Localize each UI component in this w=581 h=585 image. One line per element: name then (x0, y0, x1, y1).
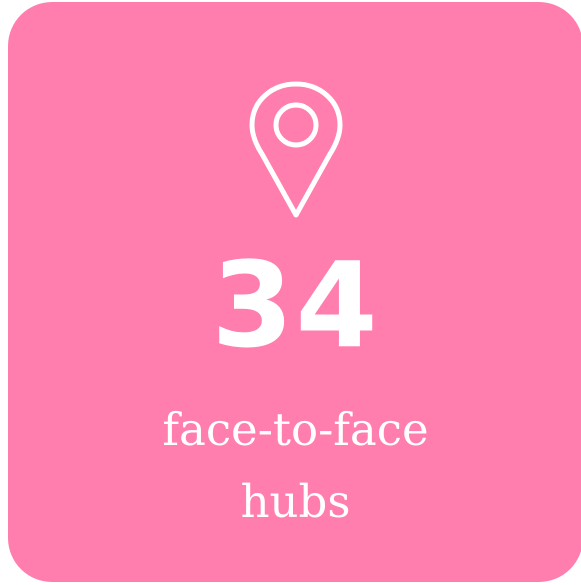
stat-label-line-1: face-to-face (162, 403, 429, 456)
stat-card: 34 face-to-face hubs (8, 2, 581, 582)
stat-label-line-2: hubs (240, 475, 351, 528)
stat-label: face-to-face hubs (8, 394, 581, 538)
stat-value: 34 (211, 236, 380, 374)
map-pin-icon (249, 81, 343, 218)
